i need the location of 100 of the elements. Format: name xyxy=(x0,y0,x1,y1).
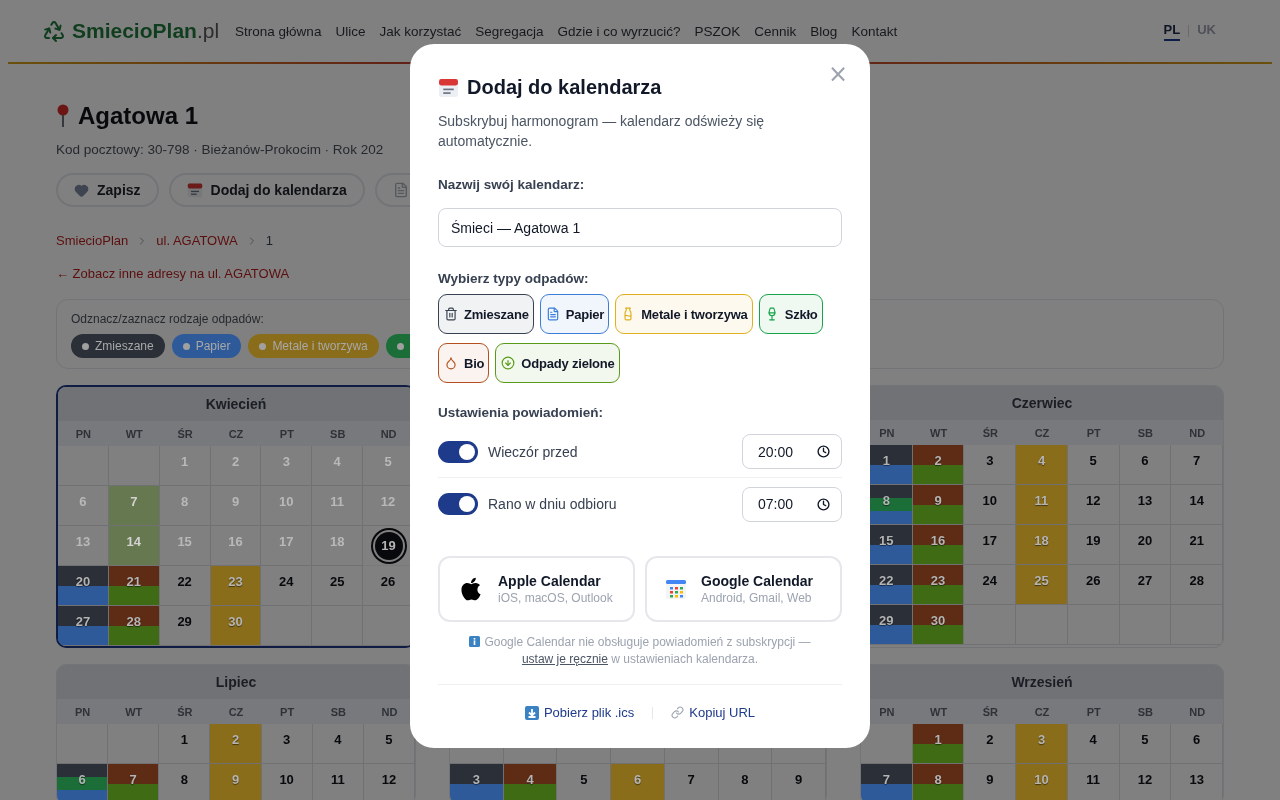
day-number[interactable]: 15 xyxy=(879,533,894,548)
day-number[interactable]: 4 xyxy=(1089,732,1097,747)
day-number[interactable]: 14 xyxy=(126,534,141,549)
add-to-calendar-button[interactable]: Dodaj do kalendarza xyxy=(168,173,365,207)
day-number[interactable]: 21 xyxy=(126,574,141,589)
day-number[interactable]: 20 xyxy=(75,574,91,589)
nav-link[interactable]: Ulice xyxy=(335,23,366,39)
manual-setup-link[interactable]: ustaw je ręcznie xyxy=(521,652,608,666)
day-number[interactable]: 26 xyxy=(1085,573,1101,588)
day-number[interactable]: 10 xyxy=(279,772,294,787)
waste-type-toggle[interactable]: Szkło xyxy=(758,294,823,334)
breadcrumb-link[interactable]: 1 xyxy=(265,233,273,248)
day-number[interactable]: 7 xyxy=(687,772,695,787)
calendar-provider-button[interactable]: Google Calendar Android, Gmail, Web xyxy=(645,556,842,622)
day-number[interactable]: 19 xyxy=(1085,533,1101,548)
day-number[interactable]: 29 xyxy=(177,614,192,629)
site-logo[interactable]: SmiecioPlan.pl xyxy=(42,19,220,43)
day-number[interactable]: 3 xyxy=(283,732,291,747)
day-number[interactable]: 7 xyxy=(1193,453,1201,468)
day-number[interactable]: 3 xyxy=(472,772,480,787)
day-number[interactable]: 17 xyxy=(982,533,997,548)
day-number[interactable]: 10 xyxy=(982,493,997,508)
day-number[interactable]: 4 xyxy=(526,772,534,787)
day-number[interactable]: 9 xyxy=(986,772,994,787)
day-number[interactable]: 5 xyxy=(1141,732,1149,747)
day-number[interactable]: 13 xyxy=(1137,493,1153,508)
day-number[interactable]: 1 xyxy=(934,732,942,747)
day-number[interactable]: 22 xyxy=(879,573,894,588)
nav-link[interactable]: PSZOK xyxy=(694,23,741,39)
day-number[interactable]: 27 xyxy=(1137,573,1153,588)
day-number[interactable]: 21 xyxy=(1189,533,1204,548)
waste-type-toggle[interactable]: Papier xyxy=(539,294,610,334)
day-number[interactable]: 25 xyxy=(329,574,345,589)
day-number[interactable]: 7 xyxy=(130,494,138,509)
day-number[interactable]: 12 xyxy=(1085,493,1101,508)
day-number[interactable]: 12 xyxy=(1137,772,1153,787)
day-number[interactable]: 5 xyxy=(580,772,588,787)
day-number[interactable]: 7 xyxy=(882,772,890,787)
day-number[interactable]: 4 xyxy=(334,732,342,747)
day-number[interactable]: 27 xyxy=(75,614,91,629)
waste-type-toggle[interactable]: Metale i tworzywa xyxy=(615,294,753,334)
day-number[interactable]: 9 xyxy=(795,772,803,787)
today-badge[interactable]: 19 xyxy=(374,531,403,560)
day-number[interactable]: 28 xyxy=(1189,573,1204,588)
close-button[interactable]: × xyxy=(823,60,852,88)
day-number[interactable]: 6 xyxy=(1193,732,1201,747)
waste-type-toggle[interactable]: Zmieszane xyxy=(438,294,534,334)
day-number[interactable]: 24 xyxy=(982,573,997,588)
day-number[interactable]: 20 xyxy=(1137,533,1153,548)
waste-filter-chip[interactable]: Zmieszane xyxy=(71,334,165,358)
calendar-provider-button[interactable]: Apple Calendar iOS, macOS, Outlook xyxy=(438,556,635,622)
day-number[interactable]: 24 xyxy=(279,574,294,589)
save-button[interactable]: Zapisz xyxy=(56,173,159,207)
day-number[interactable]: 8 xyxy=(180,772,188,787)
copy-url-link[interactable]: Kopiuj URL xyxy=(671,705,756,720)
day-number[interactable]: 8 xyxy=(934,772,942,787)
nav-link[interactable]: Strona główna xyxy=(235,23,322,39)
day-number[interactable]: 3 xyxy=(986,453,994,468)
breadcrumb-link[interactable]: SmiecioPlan xyxy=(56,233,129,248)
day-number[interactable]: 26 xyxy=(380,574,396,589)
breadcrumb-link[interactable]: ul. AGATOWA xyxy=(156,233,238,248)
nav-link[interactable]: Cennik xyxy=(754,23,797,39)
day-number[interactable]: 8 xyxy=(741,772,749,787)
day-number[interactable]: 16 xyxy=(930,533,946,548)
day-number[interactable]: 11 xyxy=(330,772,345,787)
day-number[interactable]: 13 xyxy=(1189,772,1204,787)
language-link[interactable]: PL xyxy=(1163,21,1181,41)
nav-link[interactable]: Segregacja xyxy=(475,23,544,39)
day-number[interactable]: 2 xyxy=(934,453,942,468)
back-link[interactable]: ← Zobacz inne adresy na ul. AGATOWA xyxy=(56,266,290,281)
waste-type-toggle[interactable]: Bio xyxy=(438,343,490,383)
day-number[interactable]: 9 xyxy=(934,493,942,508)
day-number[interactable]: 30 xyxy=(930,613,946,628)
nav-link[interactable]: Jak korzystać xyxy=(379,23,462,39)
day-number[interactable]: 28 xyxy=(126,614,141,629)
day-number[interactable]: 1 xyxy=(180,732,188,747)
nav-link[interactable]: Kontakt xyxy=(851,23,898,39)
day-number[interactable]: 1 xyxy=(882,453,890,468)
day-number[interactable]: 2 xyxy=(986,732,994,747)
download-ics-link[interactable]: Pobierz plik .ics xyxy=(524,705,635,720)
day-number[interactable]: 12 xyxy=(381,772,397,787)
day-number[interactable]: 8 xyxy=(882,493,890,508)
day-number[interactable]: 23 xyxy=(930,573,946,588)
nav-link[interactable]: Blog xyxy=(810,23,838,39)
nav-link[interactable]: Gdzie i co wyrzucić? xyxy=(557,23,681,39)
calendar-name-field[interactable]: Śmieci — Agatowa 1 xyxy=(438,208,842,247)
day-number[interactable]: 22 xyxy=(177,574,192,589)
notification-switch[interactable] xyxy=(438,440,478,463)
day-number[interactable]: 6 xyxy=(1141,453,1149,468)
waste-filter-chip[interactable]: Papier xyxy=(171,334,242,358)
day-number[interactable]: 11 xyxy=(1086,772,1101,787)
time-field[interactable]: 20:00 xyxy=(742,434,842,469)
day-number[interactable]: 6 xyxy=(78,772,86,787)
time-field[interactable]: 07:00 xyxy=(742,486,842,522)
notification-switch[interactable] xyxy=(438,493,478,515)
waste-type-toggle[interactable]: Odpady zielone xyxy=(495,343,620,383)
day-number[interactable]: 7 xyxy=(129,772,137,787)
day-number[interactable]: 29 xyxy=(879,613,894,628)
day-number[interactable]: 14 xyxy=(1189,493,1204,508)
day-number[interactable]: 5 xyxy=(1089,453,1097,468)
